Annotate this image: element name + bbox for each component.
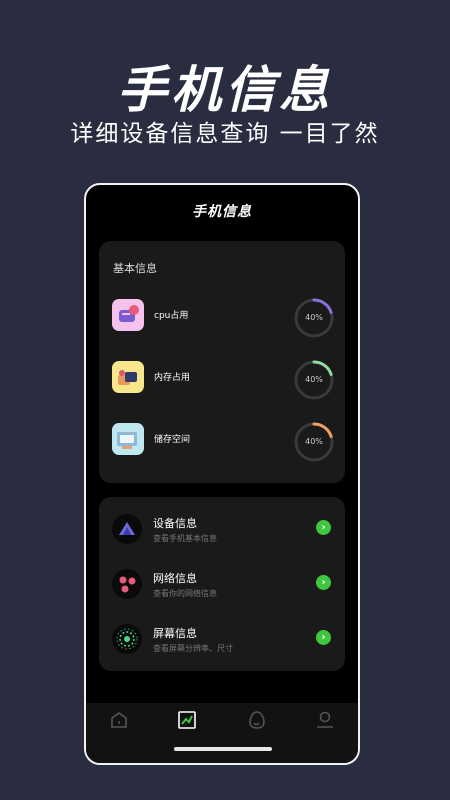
stat-label: cpu占用 (154, 311, 189, 321)
menu-desc: 查看你的网络信息 (153, 589, 217, 598)
menu-item-network-info[interactable]: 网络信息 查看你的网络信息 › (112, 566, 334, 606)
menu-item-device-info[interactable]: 设备信息 查看手机基本信息 › (112, 511, 334, 551)
app-title: 手机信息 (192, 204, 252, 220)
chevron-right-icon[interactable]: › (316, 575, 331, 590)
home-icon[interactable] (108, 709, 130, 731)
stat-label: 储存空间 (154, 435, 191, 445)
promo-title: 手机信息 (117, 61, 333, 119)
memory-icon (112, 361, 144, 393)
stat-percent: 40% (305, 375, 323, 384)
stat-row-memory[interactable]: 内存占用 40% (111, 359, 335, 400)
basic-info-card: 基本信息 cpu占用 40% 内存占用 40% 储存空间 40% (99, 241, 345, 483)
chart-icon[interactable] (176, 709, 198, 731)
info-menu-card: 设备信息 查看手机基本信息 › 网络信息 查看你的网络信息 › 屏幕信息 查看屏… (99, 497, 345, 671)
stat-row-cpu[interactable]: cpu占用 40% (111, 297, 335, 338)
home-indicator (174, 747, 272, 751)
stat-label: 内存占用 (154, 373, 191, 383)
menu-label: 设备信息 (153, 517, 197, 530)
cpu-chip-icon (112, 299, 144, 331)
promo-subtitle: 详细设备信息查询 一目了然 (70, 121, 380, 147)
device-icon (112, 514, 142, 544)
stat-percent: 40% (305, 437, 323, 446)
basic-info-title: 基本信息 (113, 262, 157, 275)
menu-item-screen-info[interactable]: 屏幕信息 查看屏幕分辨率、尺寸 › (112, 621, 334, 661)
menu-label: 网络信息 (153, 572, 197, 585)
menu-desc: 查看手机基本信息 (153, 534, 217, 543)
egg-icon[interactable] (246, 709, 268, 731)
stat-percent: 40% (305, 313, 323, 322)
chevron-right-icon[interactable]: › (316, 520, 331, 535)
menu-desc: 查看屏幕分辨率、尺寸 (153, 644, 233, 653)
menu-label: 屏幕信息 (153, 627, 197, 640)
screen-icon (112, 624, 142, 654)
chevron-right-icon[interactable]: › (316, 630, 331, 645)
storage-icon (112, 423, 144, 455)
profile-icon[interactable] (314, 709, 336, 731)
bottom-tab-bar (86, 703, 358, 763)
stat-row-storage[interactable]: 储存空间 40% (111, 421, 335, 462)
network-icon (112, 569, 142, 599)
phone-frame: 手机信息 基本信息 cpu占用 40% 内存占用 40% 储存空间 40% 设备… (84, 183, 360, 765)
